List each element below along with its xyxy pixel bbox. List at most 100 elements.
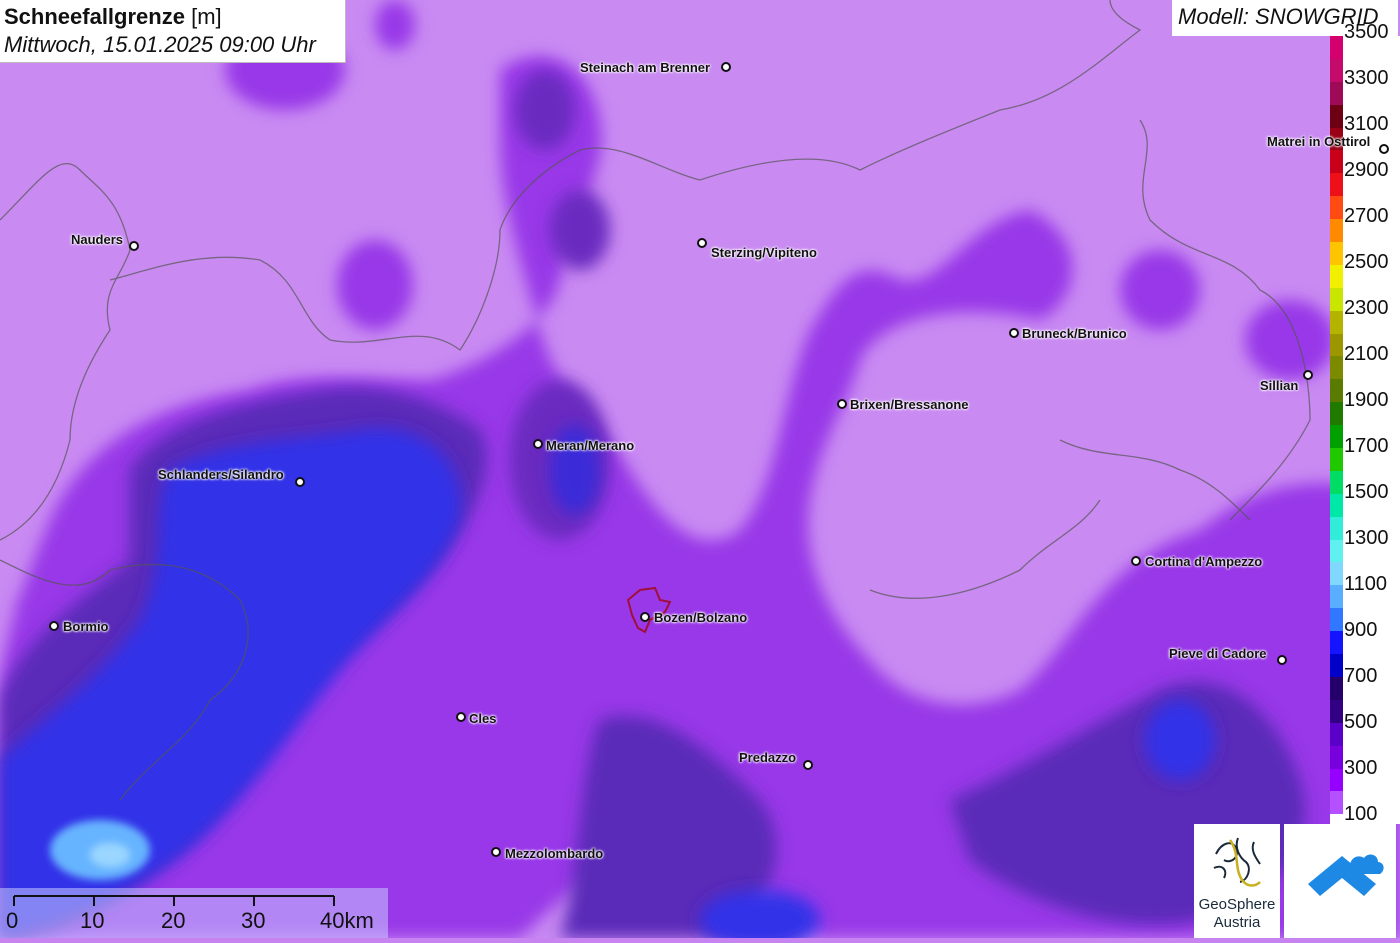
legend-label: 900 [1344, 619, 1378, 641]
legend-label: 2700 [1344, 205, 1389, 227]
legend-label: 1700 [1344, 435, 1389, 457]
legend-color-step [1330, 631, 1343, 655]
city-marker-meran [533, 439, 543, 449]
legend-label: 2300 [1344, 297, 1389, 319]
legend-label: 700 [1344, 665, 1378, 687]
map-datetime: Mittwoch, 15.01.2025 09:00 Uhr [4, 32, 316, 57]
legend-color-step [1330, 722, 1343, 746]
geosphere-text: GeoSphere Austria [1198, 896, 1276, 931]
scale-label-20: 20 [161, 908, 186, 933]
city-label-sterzing: Sterzing/Vipiteno [711, 245, 817, 260]
city-label-bormio: Bormio [63, 619, 109, 634]
legend-color-step [1330, 310, 1343, 334]
map-title: Schneefallgrenze [m] [4, 4, 222, 29]
legend-color-step [1330, 585, 1343, 609]
legend-label: 1900 [1344, 389, 1389, 411]
legend-color-step [1330, 219, 1343, 243]
legend-color-step [1330, 562, 1343, 586]
city-marker-sterzing [697, 238, 707, 248]
city-marker-cortina [1131, 556, 1141, 566]
legend-color-step [1330, 493, 1343, 517]
city-label-schlanders: Schlanders/Silandro [158, 467, 284, 482]
city-label-cles: Cles [469, 711, 497, 726]
legend-label: 2500 [1344, 251, 1389, 273]
city-marker-bozen [640, 612, 650, 622]
legend-color-step [1330, 356, 1343, 380]
city-label-matrei: Matrei in Osttirol [1267, 134, 1371, 149]
scale-label-0: 0 [6, 908, 19, 933]
city-marker-predazzo [803, 760, 813, 770]
scale-label-10: 10 [80, 908, 105, 933]
legend-color-step [1330, 173, 1343, 197]
city-label-brixen: Brixen/Bressanone [850, 397, 969, 412]
legend-color-step [1330, 470, 1343, 494]
city-marker-brixen [837, 399, 847, 409]
legend-color-step [1330, 379, 1343, 403]
color-legend: 3500 3300 3100 2900 2700 2500 2300 2100 1900 1700… [1330, 22, 1400, 825]
legend-color-step [1330, 791, 1343, 815]
cloud-arrow-icon [1308, 854, 1384, 896]
city-label-bruneck: Bruneck/Brunico [1022, 326, 1127, 341]
legend-color-step [1330, 608, 1343, 632]
snowline-zone-900m [50, 820, 150, 880]
legend-color-step [1330, 654, 1343, 677]
legend-color-bar [1330, 36, 1343, 824]
legend-color-step [1330, 36, 1343, 59]
city-label-pieve: Pieve di Cadore [1169, 646, 1267, 661]
legend-label: 1300 [1344, 527, 1389, 549]
legend-color-step [1330, 448, 1343, 471]
legend-label: 3500 [1344, 21, 1389, 43]
legend-label: 300 [1344, 757, 1378, 779]
city-marker-sillian [1303, 370, 1313, 380]
city-marker-bruneck [1009, 328, 1019, 338]
city-marker-cles [456, 712, 466, 722]
city-label-cortina: Cortina d'Ampezzo [1145, 554, 1263, 569]
legend-label: 1100 [1344, 573, 1388, 595]
city-marker-nauders [129, 241, 139, 251]
legend-color-step [1330, 745, 1343, 769]
legend-color-step [1330, 425, 1343, 449]
legend-color-step [1330, 699, 1343, 723]
legend-color-step [1330, 264, 1343, 288]
city-marker-pieve [1277, 655, 1287, 665]
legend-color-step [1330, 516, 1343, 540]
city-label-steinach: Steinach am Brenner [580, 60, 711, 75]
legend-label: 100 [1344, 803, 1378, 825]
city-marker-matrei [1379, 144, 1389, 154]
legend-label: 2100 [1344, 343, 1389, 365]
city-marker-bormio [49, 621, 59, 631]
legend-color-step [1330, 242, 1343, 265]
city-label-mezzolombardo: Mezzolombardo [505, 846, 604, 861]
scale-label-30: 30 [241, 908, 266, 933]
legend-color-step [1330, 58, 1343, 82]
city-marker-schlanders [295, 477, 305, 487]
legend-color-step [1330, 768, 1343, 792]
city-label-bozen: Bozen/Bolzano [654, 610, 748, 625]
legend-label: 3300 [1344, 67, 1389, 89]
legend-label: 1500 [1344, 481, 1389, 503]
legend-color-step [1330, 676, 1343, 700]
city-label-meran: Meran/Merano [546, 438, 635, 453]
legend-label: 500 [1344, 711, 1378, 733]
legend-color-step [1330, 104, 1343, 128]
legend-color-step [1330, 287, 1343, 311]
legend-label: 3100 [1344, 113, 1389, 135]
scale-bar: 0 10 20 30 40km [0, 888, 388, 938]
scale-label-40: 40km [320, 908, 374, 933]
legend-color-step [1330, 539, 1343, 563]
legend-label: 2900 [1344, 159, 1389, 181]
geosphere-emblem-icon [1213, 837, 1261, 887]
legend-color-step [1330, 196, 1343, 220]
legend-color-step [1330, 150, 1343, 174]
city-label-predazzo: Predazzo [739, 750, 797, 765]
city-label-nauders: Nauders [71, 232, 124, 247]
city-label-sillian: Sillian [1260, 378, 1299, 393]
city-marker-steinach [721, 62, 731, 72]
legend-color-step [1330, 402, 1343, 426]
map-title-box: Schneefallgrenze [m] Mittwoch, 15.01.202… [0, 0, 346, 63]
city-marker-mezzolombardo [491, 847, 501, 857]
weather-app-logo[interactable] [1284, 824, 1396, 938]
geosphere-logo[interactable]: GeoSphere Austria [1194, 824, 1280, 938]
legend-color-step [1330, 81, 1343, 105]
legend-color-step [1330, 333, 1343, 357]
